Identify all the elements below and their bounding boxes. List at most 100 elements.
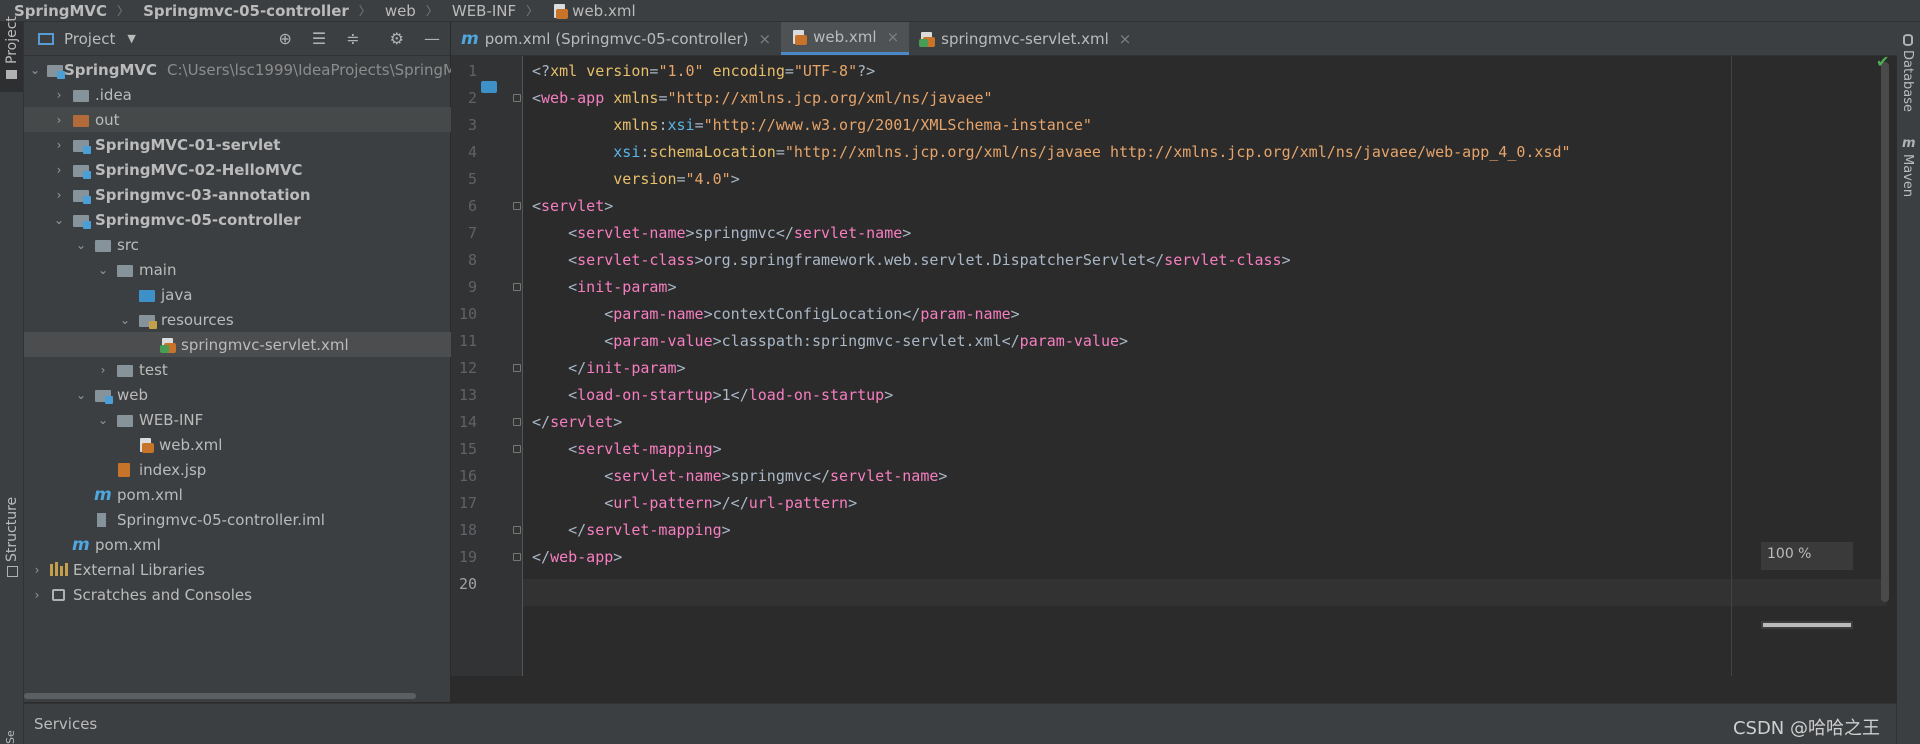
tree-node-src[interactable]: ⌄ src: [24, 232, 500, 257]
tree-node-web-inf[interactable]: ⌄ WEB-INF: [24, 407, 522, 432]
breadcrumb-item-controller[interactable]: Springmvc-05-controller 〉: [129, 2, 371, 20]
tree-node-external-libraries[interactable]: › External Libraries: [24, 557, 456, 582]
tree-node-pom-xml-root[interactable]: m pom.xml: [24, 532, 478, 557]
line-number: 9: [467, 278, 477, 296]
module-folder-icon: [72, 212, 91, 229]
fold-marker-icon[interactable]: [513, 283, 521, 291]
chevron-down-icon[interactable]: ⌄: [30, 63, 40, 77]
services-tab[interactable]: Services: [34, 715, 97, 733]
code-line[interactable]: <?xml version="1.0" encoding="UTF-8"?>: [532, 62, 875, 80]
jsp-icon: [116, 462, 134, 478]
chevron-down-icon[interactable]: ⌄: [74, 238, 88, 252]
chevron-right-icon[interactable]: ›: [52, 163, 66, 177]
right-margin-guide: [1731, 56, 1732, 676]
breadcrumb-item-web-inf[interactable]: WEB-INF 〉: [438, 2, 538, 20]
line-number: 18: [458, 521, 477, 539]
tab-springmvc-servlet-xml[interactable]: springmvc-servlet.xml ×: [909, 22, 1141, 55]
tool-tab-project[interactable]: Project: [0, 16, 23, 92]
fold-marker-icon[interactable]: [513, 445, 521, 453]
tree-node-scratches[interactable]: › Scratches and Consoles: [24, 582, 456, 607]
expand-all-icon[interactable]: ☰: [312, 29, 326, 48]
tree-node-iml[interactable]: Springmvc-05-controller.iml: [24, 507, 500, 532]
code-line[interactable]: <servlet>: [532, 197, 613, 215]
tree-node-out[interactable]: › out: [24, 107, 478, 132]
tree-node-module-02[interactable]: › SpringMVC-02-HelloMVC: [24, 157, 478, 182]
tree-node-module-05[interactable]: ⌄ Springmvc-05-controller: [24, 207, 478, 232]
code-line[interactable]: <servlet-name>springmvc</servlet-name>: [532, 224, 911, 242]
tree-node-module-03[interactable]: › Springmvc-03-annotation: [24, 182, 478, 207]
tab-web-xml[interactable]: web.xml ×: [781, 22, 910, 55]
gear-icon[interactable]: ⚙: [390, 29, 404, 48]
code-line[interactable]: <param-value>classpath:springmvc-servlet…: [532, 332, 1128, 350]
chevron-right-icon[interactable]: ›: [52, 138, 66, 152]
tree-node-test[interactable]: › test: [24, 357, 522, 382]
tool-tab-database[interactable]: Database: [1897, 26, 1920, 116]
code-line[interactable]: </web-app>: [532, 548, 622, 566]
tab-pom-xml[interactable]: m pom.xml (Springmvc-05-controller) ×: [451, 22, 781, 55]
module-folder-icon: [72, 162, 91, 179]
breadcrumb-item-web[interactable]: web 〉: [371, 2, 438, 20]
fold-marker-icon[interactable]: [513, 526, 521, 534]
fold-marker-icon[interactable]: [513, 202, 521, 210]
code-line[interactable]: <url-pattern>/</url-pattern>: [532, 494, 857, 512]
chevron-down-icon[interactable]: ▼: [127, 32, 135, 45]
code-line[interactable]: <load-on-startup>1</load-on-startup>: [532, 386, 893, 404]
tree-node-springmvc[interactable]: ⌄ SpringMVC C:\Users\lsc1999\IdeaProject…: [24, 57, 456, 82]
web-descriptor-icon[interactable]: [481, 81, 497, 93]
tool-tab-services[interactable]: Se: [0, 722, 23, 744]
fold-marker-icon[interactable]: [513, 364, 521, 372]
collapse-all-icon[interactable]: ≑: [346, 29, 359, 48]
line-number: 6: [467, 197, 477, 215]
code-line[interactable]: xmlns:xsi="http://www.w3.org/2001/XMLSch…: [532, 116, 1092, 134]
code-line[interactable]: <param-name>contextConfigLocation</param…: [532, 305, 1019, 323]
tree-node-web[interactable]: ⌄ web: [24, 382, 500, 407]
code-editor[interactable]: 1 2 3 4 5 6 7 8 9 10 11 12 13 14 15 16 1…: [451, 52, 1897, 702]
chevron-down-icon[interactable]: ⌄: [52, 213, 66, 227]
chevron-right-icon[interactable]: ›: [52, 188, 66, 202]
code-line[interactable]: <servlet-name>springmvc</servlet-name>: [532, 467, 947, 485]
close-icon[interactable]: ×: [1119, 30, 1132, 48]
code-line[interactable]: <web-app xmlns="http://xmlns.jcp.org/xml…: [532, 89, 993, 107]
code-line[interactable]: </servlet-mapping>: [532, 521, 731, 539]
tree-node-main[interactable]: ⌄ main: [24, 257, 522, 282]
code-line[interactable]: <init-param>: [532, 278, 676, 296]
tool-tab-maven[interactable]: m Maven: [1897, 134, 1920, 204]
chevron-right-icon[interactable]: ›: [96, 363, 110, 377]
tree-node-index-jsp[interactable]: index.jsp: [24, 457, 522, 482]
close-icon[interactable]: ×: [759, 30, 772, 48]
code-line[interactable]: <servlet-class>org.springframework.web.s…: [532, 251, 1291, 269]
fold-marker-icon[interactable]: [513, 553, 521, 561]
chevron-down-icon[interactable]: ⌄: [96, 413, 110, 427]
code-line[interactable]: version="4.0">: [532, 170, 739, 188]
project-view-title[interactable]: Project: [64, 30, 115, 48]
chevron-down-icon[interactable]: ⌄: [96, 263, 110, 277]
inspection-ok-icon[interactable]: ✔: [1876, 52, 1889, 71]
code-line[interactable]: </servlet>: [532, 413, 622, 431]
project-horizontal-scrollbar[interactable]: [24, 693, 416, 699]
chevron-right-icon[interactable]: ›: [30, 588, 44, 602]
chevron-right-icon[interactable]: ›: [52, 113, 66, 127]
libraries-icon: [50, 561, 68, 578]
zoom-slider[interactable]: [1761, 621, 1853, 629]
close-icon[interactable]: ×: [887, 28, 900, 46]
locate-icon[interactable]: ⊕: [279, 29, 292, 48]
chevron-down-icon[interactable]: ⌄: [118, 313, 132, 327]
minimize-icon[interactable]: —: [424, 29, 440, 48]
fold-marker-icon[interactable]: [513, 418, 521, 426]
database-icon: [1903, 34, 1913, 46]
chevron-right-icon: 〉: [425, 4, 438, 18]
chevron-down-icon[interactable]: ⌄: [74, 388, 88, 402]
tree-node-pom-xml-module[interactable]: m pom.xml: [24, 482, 500, 507]
iml-icon: [94, 512, 112, 528]
tool-tab-structure[interactable]: Structure: [0, 497, 23, 582]
code-line[interactable]: </init-param>: [532, 359, 685, 377]
fold-marker-icon[interactable]: [513, 94, 521, 102]
editor-vertical-scrollbar[interactable]: [1881, 62, 1889, 602]
tree-node-module-01[interactable]: › SpringMVC-01-servlet: [24, 132, 478, 157]
tree-node-idea[interactable]: › .idea: [24, 82, 478, 107]
chevron-right-icon[interactable]: ›: [30, 563, 44, 577]
breadcrumb-item-web-xml[interactable]: web.xml: [538, 2, 636, 20]
code-line[interactable]: <servlet-mapping>: [532, 440, 722, 458]
chevron-right-icon[interactable]: ›: [52, 88, 66, 102]
code-line[interactable]: xsi:schemaLocation="http://xmlns.jcp.org…: [532, 143, 1570, 161]
